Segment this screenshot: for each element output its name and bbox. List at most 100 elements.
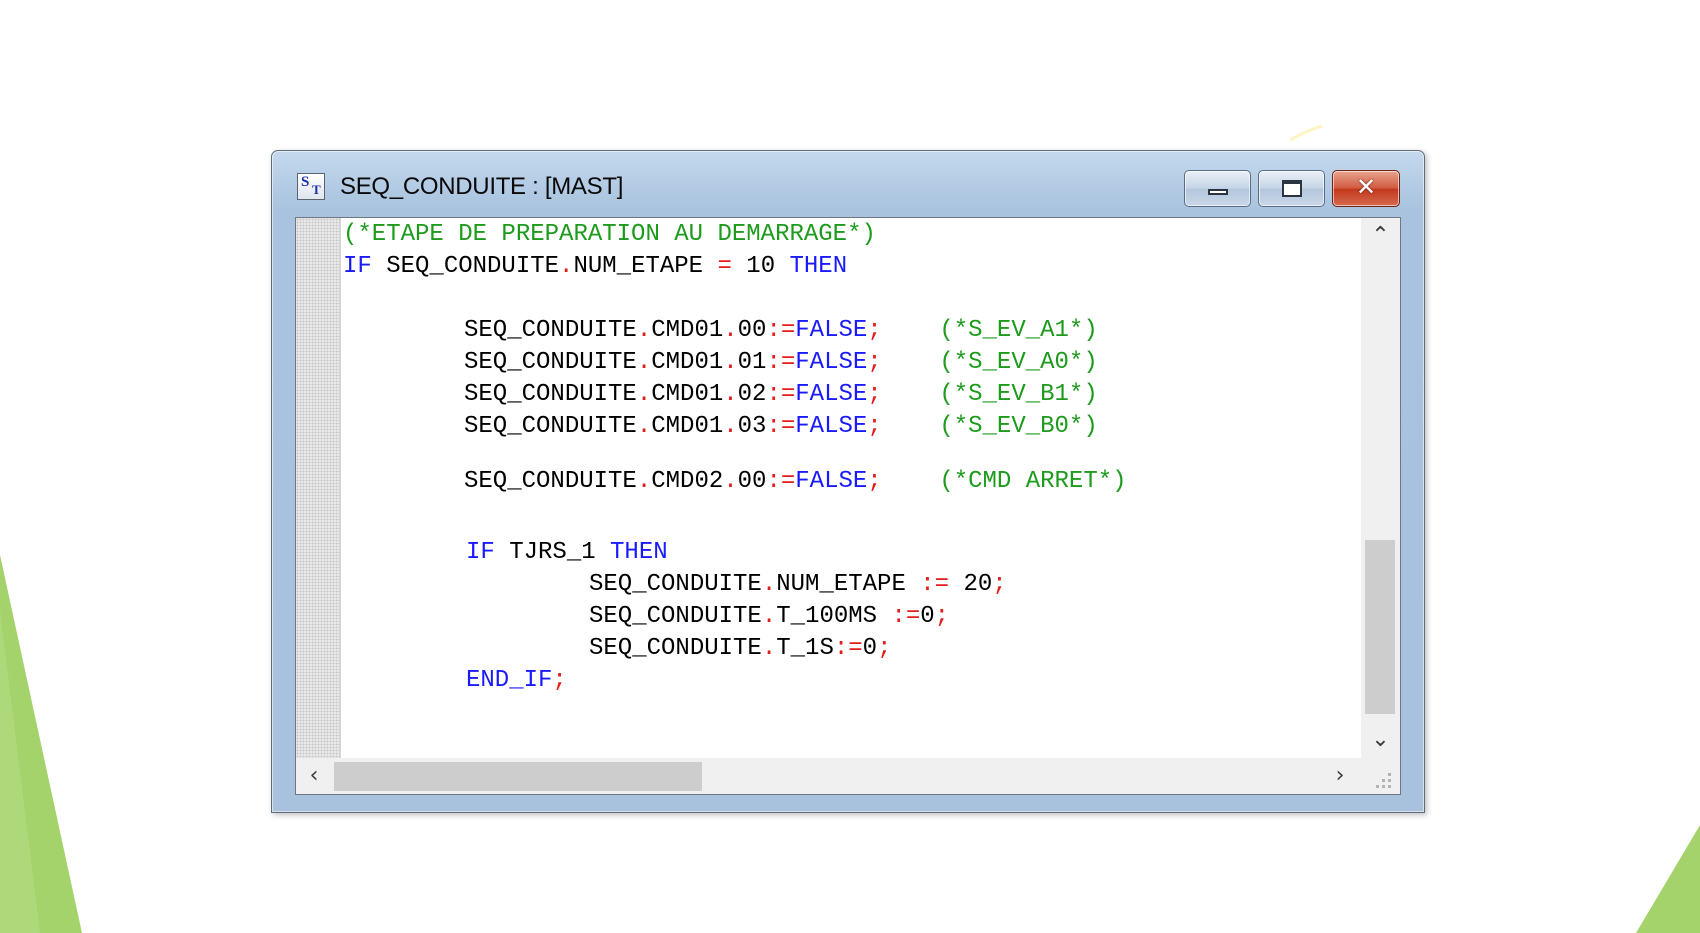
- code-line[interactable]: SEQ_CONDUITE.T_1S:=0;: [589, 635, 891, 663]
- code-operator: .: [723, 468, 738, 495]
- scroll-right-icon[interactable]: ›: [1322, 758, 1358, 794]
- resize-grip-icon[interactable]: [1361, 758, 1400, 794]
- vertical-scrollbar[interactable]: ⌃ ⌄: [1361, 218, 1400, 758]
- code-operator: ;: [552, 667, 567, 694]
- code-operator: :=: [766, 381, 796, 408]
- code-line[interactable]: SEQ_CONDUITE.CMD02.00:=FALSE; (*CMD ARRE…: [464, 468, 1127, 496]
- code-token: CMD01: [651, 381, 724, 408]
- app-icon-letter-t: T: [312, 182, 321, 197]
- code-line[interactable]: END_IF;: [466, 667, 567, 695]
- code-token: 03: [737, 413, 767, 440]
- scroll-up-icon[interactable]: ⌃: [1361, 218, 1400, 254]
- code-comment: (*S_EV_A0*): [939, 349, 1098, 376]
- maximize-button[interactable]: [1258, 170, 1325, 207]
- code-line[interactable]: SEQ_CONDUITE.CMD01.01:=FALSE; (*S_EV_A0*…: [464, 349, 1098, 377]
- code-operator: ;: [867, 413, 882, 440]
- code-line[interactable]: SEQ_CONDUITE.CMD01.03:=FALSE; (*S_EV_B0*…: [464, 413, 1098, 441]
- code-operator: .: [723, 317, 738, 344]
- code-operator: .: [636, 349, 652, 376]
- code-comment: (*S_EV_B0*): [939, 413, 1098, 440]
- code-token: 10: [731, 253, 790, 280]
- code-keyword: FALSE: [795, 468, 868, 495]
- code-line[interactable]: (*ETAPE DE PREPARATION AU DEMARRAGE*): [343, 221, 876, 249]
- code-comment: (*CMD ARRET*): [939, 468, 1127, 495]
- code-operator: :=: [766, 349, 796, 376]
- app-icon-letter-s: S: [301, 174, 310, 190]
- code-operator: .: [636, 468, 652, 495]
- yellow-flare: [1289, 124, 1323, 142]
- code-token: 01: [737, 349, 767, 376]
- horizontal-scroll-thumb[interactable]: [334, 762, 702, 791]
- code-operator: =: [717, 253, 732, 280]
- code-operator: ;: [867, 468, 882, 495]
- code-line[interactable]: IF SEQ_CONDUITE.NUM_ETAPE = 10 THEN: [343, 253, 847, 281]
- code-token: SEQ_CONDUITE: [589, 603, 762, 630]
- code-operator: :=: [891, 603, 921, 630]
- code-token: SEQ_CONDUITE: [464, 317, 637, 344]
- code-keyword: THEN: [610, 539, 668, 566]
- code-keyword: IF: [466, 539, 495, 566]
- horizontal-scrollbar[interactable]: ‹ ›: [296, 758, 1361, 794]
- code-token: CMD01: [651, 317, 724, 344]
- scroll-left-icon[interactable]: ‹: [296, 758, 332, 794]
- code-token: SEQ_CONDUITE: [464, 413, 637, 440]
- code-operator: .: [723, 413, 738, 440]
- code-operator: :=: [766, 317, 796, 344]
- code-token: T_100MS: [776, 603, 892, 630]
- code-token: 00: [737, 317, 767, 344]
- code-keyword: IF: [343, 253, 372, 280]
- right-green-triangle: [1636, 825, 1700, 933]
- code-line[interactable]: SEQ_CONDUITE.NUM_ETAPE := 20;: [589, 571, 1007, 599]
- code-token: SEQ_CONDUITE: [464, 468, 637, 495]
- code-token: 00: [737, 468, 767, 495]
- code-keyword: FALSE: [795, 381, 868, 408]
- code-line[interactable]: SEQ_CONDUITE.CMD01.00:=FALSE; (*S_EV_A1*…: [464, 317, 1098, 345]
- code-operator: :=: [766, 468, 796, 495]
- code-operator: .: [636, 381, 652, 408]
- scroll-down-icon[interactable]: ⌄: [1361, 722, 1400, 758]
- code-token: 20: [949, 571, 993, 598]
- code-operator: .: [761, 603, 777, 630]
- code-comment: (*S_EV_A1*): [939, 317, 1098, 344]
- code-operator: ;: [992, 571, 1007, 598]
- minimize-icon: [1208, 189, 1228, 195]
- code-operator: ;: [867, 381, 882, 408]
- code-operator: ;: [934, 603, 950, 630]
- code-operator: ;: [877, 635, 892, 662]
- minimize-button[interactable]: [1184, 170, 1251, 207]
- code-token: SEQ_CONDUITE: [464, 381, 637, 408]
- code-token: SEQ_CONDUITE: [464, 349, 637, 376]
- code-token: CMD02: [651, 468, 724, 495]
- code-line[interactable]: SEQ_CONDUITE.CMD01.02:=FALSE; (*S_EV_B1*…: [464, 381, 1098, 409]
- code-token: 02: [737, 381, 767, 408]
- code-keyword: FALSE: [795, 413, 868, 440]
- close-icon: ✕: [1355, 173, 1377, 201]
- code-token: 0: [862, 635, 878, 662]
- editor-gutter[interactable]: [296, 218, 341, 758]
- code-operator: :=: [766, 413, 796, 440]
- code-operator: .: [559, 253, 574, 280]
- code-line[interactable]: SEQ_CONDUITE.T_100MS :=0;: [589, 603, 949, 631]
- title-bar[interactable]: S T SEQ_CONDUITE : [MAST] ✕: [272, 151, 1424, 215]
- code-token: NUM_ETAPE: [573, 253, 718, 280]
- maximize-icon: [1282, 180, 1302, 197]
- close-button[interactable]: ✕: [1332, 170, 1400, 207]
- code-operator: ;: [867, 317, 882, 344]
- code-token: 0: [920, 603, 935, 630]
- code-area[interactable]: (*ETAPE DE PREPARATION AU DEMARRAGE*) IF …: [341, 218, 1361, 758]
- code-operator: .: [636, 413, 652, 440]
- vertical-scroll-thumb[interactable]: [1365, 540, 1395, 714]
- code-operator: .: [723, 349, 738, 376]
- st-editor-icon[interactable]: S T: [297, 173, 325, 200]
- editor-window: S T SEQ_CONDUITE : [MAST] ✕ (*ETAPE DE P…: [271, 150, 1425, 813]
- code-token: SEQ_CONDUITE: [589, 571, 762, 598]
- code-token: NUM_ETAPE: [776, 571, 921, 598]
- code-line[interactable]: IF TJRS_1 THEN: [466, 539, 668, 567]
- code-token: CMD01: [651, 349, 724, 376]
- code-operator: :=: [920, 571, 950, 598]
- code-keyword: FALSE: [795, 317, 868, 344]
